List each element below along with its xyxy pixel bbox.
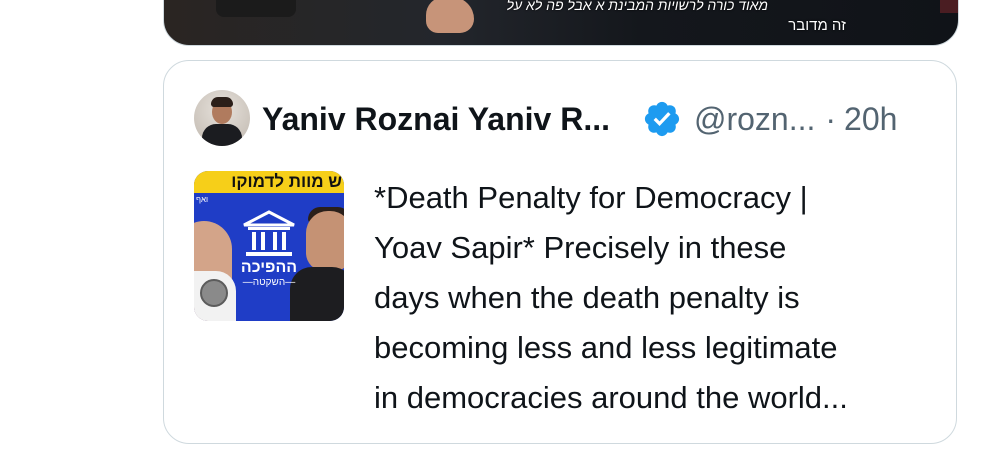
courthouse-icon: [240, 209, 298, 259]
link-thumbnail[interactable]: ש מוות לדמוקו ואף ההפיכה —השקטה—: [194, 171, 344, 321]
thumbnail-banner: ש מוות לדמוקו: [194, 171, 344, 193]
tweet-text-line: Yoav Sapir* Precisely in these: [374, 230, 787, 265]
video-duration-badge: [216, 0, 296, 17]
video-media-card[interactable]: מאוד כורה לרשויות המבינת א אבל פה לא על …: [163, 0, 959, 46]
author-handle[interactable]: @rozn...: [694, 101, 815, 138]
video-frame-detail: [940, 0, 958, 13]
header-separator: ·: [825, 100, 837, 137]
tweet-text-line: days when the death penalty is: [374, 280, 800, 315]
tweet-text-line: becoming less and less legitimate: [374, 330, 838, 365]
tweet-header: Yaniv Roznai Yaniv R... @rozn... · 20h: [262, 99, 942, 139]
tweet-text-line: *Death Penalty for Democracy |: [374, 180, 808, 215]
video-caption-line-2: זה מדובר: [788, 17, 846, 34]
author-avatar[interactable]: [194, 90, 250, 146]
verified-badge-icon: [644, 101, 680, 137]
video-caption-line-1: מאוד כורה לרשויות המבינת א אבל פה לא על: [506, 0, 768, 13]
thumbnail-logo-text: ההפיכה: [240, 259, 298, 276]
quoted-tweet-text[interactable]: *Death Penalty for Democracy | Yoav Sapi…: [374, 173, 934, 423]
thumbnail-logo-subtext: —השקטה—: [242, 277, 296, 288]
quoted-tweet-card[interactable]: Yaniv Roznai Yaniv R... @rozn... · 20h ש…: [163, 60, 957, 444]
tweet-text-line: in democracies around the world...: [374, 380, 848, 415]
microphone-icon: [200, 279, 228, 307]
thumbnail-tag: ואף: [196, 195, 209, 204]
video-frame-hand: [426, 0, 474, 33]
author-display-name[interactable]: Yaniv Roznai Yaniv R...: [262, 101, 610, 138]
tweet-timestamp[interactable]: 20h: [844, 101, 897, 138]
